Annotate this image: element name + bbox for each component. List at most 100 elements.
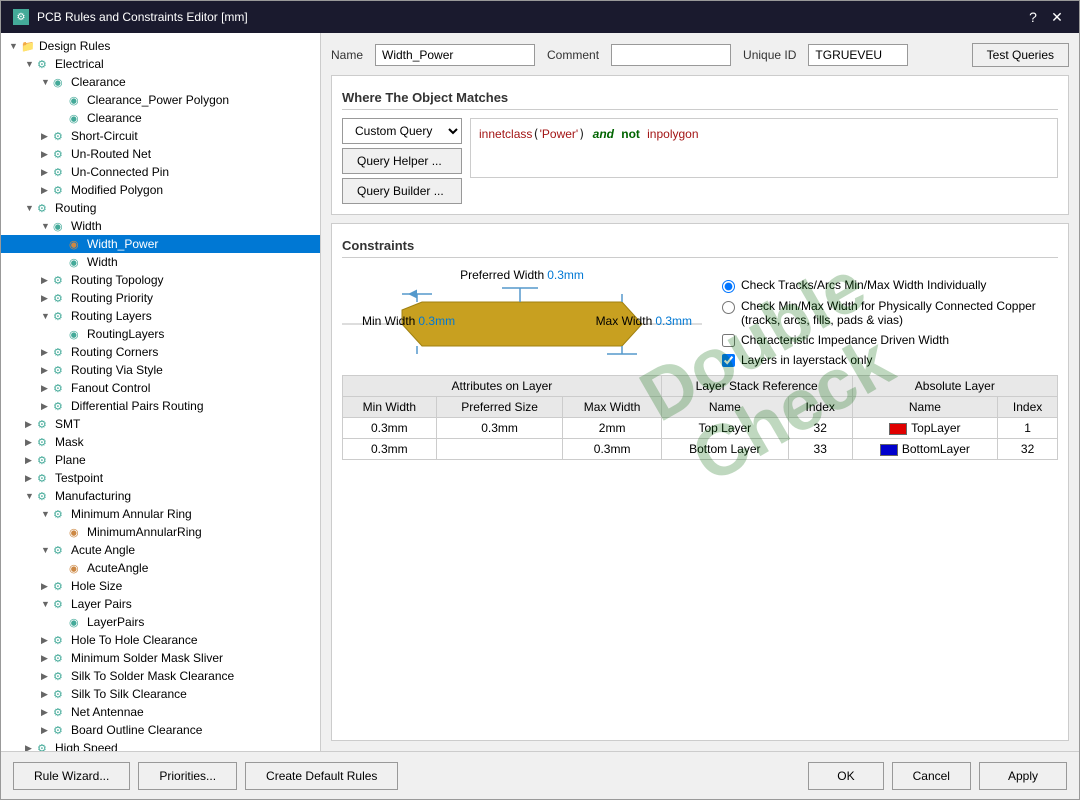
- tree-item[interactable]: ◉LayerPairs: [1, 613, 320, 631]
- create-default-rules-button[interactable]: Create Default Rules: [245, 762, 398, 790]
- tree-item-label: Un-Routed Net: [71, 147, 151, 161]
- tree-item-label: Manufacturing: [55, 489, 131, 503]
- tree-item-label: High Speed: [55, 741, 118, 751]
- checkbox-layers-group[interactable]: Layers in layerstack only: [722, 353, 1058, 367]
- tree-item[interactable]: ▶⚙Routing Priority: [1, 289, 320, 307]
- query-builder-button[interactable]: Query Builder ...: [342, 178, 462, 204]
- cell-max-width: 0.3mm: [563, 439, 661, 460]
- cancel-button[interactable]: Cancel: [892, 762, 971, 790]
- tree-item[interactable]: ▶⚙Short-Circuit: [1, 127, 320, 145]
- tree-item[interactable]: ▶⚙High Speed: [1, 739, 320, 751]
- attributes-table-section: Attributes on Layer Layer Stack Referenc…: [342, 375, 1058, 730]
- tree-item[interactable]: ▼◉Clearance: [1, 73, 320, 91]
- tree-item[interactable]: ◉MinimumAnnularRing: [1, 523, 320, 541]
- radio-connected[interactable]: Check Min/Max Width for Physically Conne…: [722, 299, 1058, 327]
- tree-item[interactable]: ▶⚙Mask: [1, 433, 320, 451]
- col-abs-name: Name: [852, 397, 998, 418]
- radio-connected-input[interactable]: [722, 301, 735, 314]
- radio-individual[interactable]: Check Tracks/Arcs Min/Max Width Individu…: [722, 278, 1058, 293]
- main-window: ⚙ PCB Rules and Constraints Editor [mm] …: [0, 0, 1080, 800]
- test-queries-button[interactable]: Test Queries: [972, 43, 1069, 67]
- name-label: Name: [331, 48, 363, 62]
- uid-input[interactable]: [808, 44, 908, 66]
- checkbox-impedance[interactable]: [722, 334, 735, 347]
- tree-item[interactable]: ▶⚙Un-Connected Pin: [1, 163, 320, 181]
- width-diagram: Preferred Width 0.3mm: [342, 268, 702, 367]
- tree-item-label: AcuteAngle: [87, 561, 148, 575]
- tree-item[interactable]: ▶⚙Routing Topology: [1, 271, 320, 289]
- tree-item-label: Width_Power: [87, 237, 158, 251]
- tree-item[interactable]: ▶⚙Net Antennae: [1, 703, 320, 721]
- tree-item[interactable]: ▼📁Design Rules: [1, 37, 320, 55]
- tree-item[interactable]: ◉RoutingLayers: [1, 325, 320, 343]
- tree-item[interactable]: ▶⚙SMT: [1, 415, 320, 433]
- checkbox-layers-label: Layers in layerstack only: [741, 353, 872, 367]
- tree-scroll[interactable]: ▼📁Design Rules▼⚙Electrical▼◉Clearance◉Cl…: [1, 33, 320, 751]
- tree-item-label: Routing Via Style: [71, 363, 163, 377]
- query-helper-button[interactable]: Query Helper ...: [342, 148, 462, 174]
- tree-item[interactable]: ◉Width_Power: [1, 235, 320, 253]
- tree-item[interactable]: ▶⚙Minimum Solder Mask Sliver: [1, 649, 320, 667]
- tree-item-label: Differential Pairs Routing: [71, 399, 204, 413]
- col-pref-size: Preferred Size: [436, 397, 563, 418]
- cell-max-width: 2mm: [563, 418, 661, 439]
- tree-item[interactable]: ◉Clearance: [1, 109, 320, 127]
- priorities-button[interactable]: Priorities...: [138, 762, 237, 790]
- tree-item[interactable]: ▼◉Width: [1, 217, 320, 235]
- cell-name: Top Layer: [661, 418, 788, 439]
- tree-item[interactable]: ▶⚙Plane: [1, 451, 320, 469]
- query-keyword-not: not: [621, 127, 640, 141]
- tree-item[interactable]: ▶⚙Un-Routed Net: [1, 145, 320, 163]
- ok-button[interactable]: OK: [808, 762, 883, 790]
- tree-item[interactable]: ▶⚙Differential Pairs Routing: [1, 397, 320, 415]
- tree-item[interactable]: ▶⚙Board Outline Clearance: [1, 721, 320, 739]
- cell-abs-index: 1: [998, 418, 1058, 439]
- tree-item[interactable]: ▼⚙Minimum Annular Ring: [1, 505, 320, 523]
- tree-item[interactable]: ◉Width: [1, 253, 320, 271]
- where-section: Where The Object Matches Custom Query Qu…: [331, 75, 1069, 215]
- constraints-section: Constraints Preferred Width 0.3mm: [331, 223, 1069, 741]
- tree-item[interactable]: ▼⚙Layer Pairs: [1, 595, 320, 613]
- min-width-label: Min Width: [362, 314, 415, 328]
- tree-item[interactable]: ▶⚙Testpoint: [1, 469, 320, 487]
- tree-item-label: Electrical: [55, 57, 104, 71]
- cell-min-width: 0.3mm: [343, 439, 437, 460]
- rule-wizard-button[interactable]: Rule Wizard...: [13, 762, 130, 790]
- checkbox-layers[interactable]: [722, 354, 735, 367]
- tree-item[interactable]: ▼⚙Electrical: [1, 55, 320, 73]
- tree-item[interactable]: ◉Clearance_Power Polygon: [1, 91, 320, 109]
- query-type-dropdown[interactable]: Custom Query: [342, 118, 462, 144]
- checkbox-impedance-group[interactable]: Characteristic Impedance Driven Width: [722, 333, 1058, 347]
- tree-item[interactable]: ▶⚙Hole To Hole Clearance: [1, 631, 320, 649]
- tree-item[interactable]: ▶⚙Silk To Silk Clearance: [1, 685, 320, 703]
- table-row[interactable]: 0.3mm 0.3mm 2mm Top Layer 32 TopLayer 1: [343, 418, 1058, 439]
- query-editor[interactable]: innetclass('Power') and not inpolygon: [470, 118, 1058, 178]
- tree-item[interactable]: ▶⚙Routing Corners: [1, 343, 320, 361]
- tree-item[interactable]: ▶⚙Modified Polygon: [1, 181, 320, 199]
- tree-item-label: Clearance_Power Polygon: [87, 93, 229, 107]
- table-row[interactable]: 0.3mm 0.3mm Bottom Layer 33 BottomLayer …: [343, 439, 1058, 460]
- tree-item[interactable]: ▼⚙Routing Layers: [1, 307, 320, 325]
- help-button[interactable]: ?: [1023, 7, 1043, 27]
- query-controls: Custom Query Query Helper ... Query Buil…: [342, 118, 1058, 204]
- tree-item[interactable]: ▶⚙Hole Size: [1, 577, 320, 595]
- close-button[interactable]: ✕: [1047, 7, 1067, 27]
- tree-item[interactable]: ▶⚙Fanout Control: [1, 379, 320, 397]
- comment-input[interactable]: [611, 44, 731, 66]
- tree-item-label: Fanout Control: [71, 381, 150, 395]
- cell-index: 33: [788, 439, 852, 460]
- window-title: PCB Rules and Constraints Editor [mm]: [37, 10, 248, 24]
- tree-item[interactable]: ▶⚙Silk To Solder Mask Clearance: [1, 667, 320, 685]
- tree-item[interactable]: ▼⚙Manufacturing: [1, 487, 320, 505]
- apply-button[interactable]: Apply: [979, 762, 1067, 790]
- cell-pref-size: [436, 439, 563, 460]
- tree-item[interactable]: ◉AcuteAngle: [1, 559, 320, 577]
- cell-index: 32: [788, 418, 852, 439]
- name-input[interactable]: [375, 44, 535, 66]
- tree-item[interactable]: ▼⚙Routing: [1, 199, 320, 217]
- cell-pref-size: 0.3mm: [436, 418, 563, 439]
- tree-item[interactable]: ▼⚙Acute Angle: [1, 541, 320, 559]
- tree-item[interactable]: ▶⚙Routing Via Style: [1, 361, 320, 379]
- tree-item-label: Silk To Silk Clearance: [71, 687, 187, 701]
- radio-individual-input[interactable]: [722, 280, 735, 293]
